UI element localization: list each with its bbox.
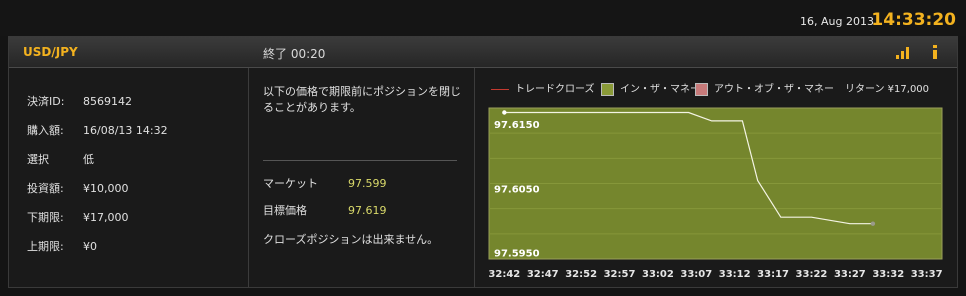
y-tick-label: 97.5950 [494,249,540,260]
early-close-note: 以下の価格で期限前にポジションを閉じることがあります。 [263,85,461,114]
target-label: 目標価格 [263,204,307,217]
end-point [870,221,876,226]
detail-value: ¥10,000 [83,182,129,195]
detail-row: 選択 低 [27,151,94,167]
target-value: 97.619 [348,204,387,217]
price-chart-area: トレードクローズ イン・ザ・マネー アウト・オブ・ザ・マネー リターン ¥17,… [475,68,957,287]
price-line-chart: 97.6150 97.6050 97.5950 32:42 32:47 32:52 32:5… [488,107,943,280]
trade-panel: USD/JPY 終了 00:20 決済ID: 8569142 購入額: 16/08/… [8,36,958,288]
detail-value: 16/08/13 14:32 [83,124,168,137]
x-tick-label: 33:12 [719,269,751,280]
detail-label: 下期限: [27,211,64,224]
market-value: 97.599 [348,177,387,190]
detail-row: 下期限: ¥17,000 [27,209,129,225]
currency-pair: USD/JPY [23,45,78,59]
x-tick-label: 32:57 [604,269,636,280]
top-bar: 16, Aug 2013 14:33:20 [0,0,966,36]
detail-row: 決済ID: 8569142 [27,93,132,109]
x-tick-label: 33:32 [872,269,904,280]
x-tick-label: 32:42 [488,269,520,280]
divider [263,160,457,161]
close-unavailable-note: クローズポジションは出来ません。 [263,233,439,246]
target-row: 目標価格 97.619 [263,202,387,218]
x-tick-label: 32:47 [527,269,559,280]
market-row: マーケット 97.599 [263,175,387,191]
detail-value: ¥17,000 [83,211,129,224]
info-icon[interactable] [925,43,945,61]
x-tick-label: 33:07 [680,269,712,280]
detail-label: 上期限: [27,240,64,253]
detail-row: 購入額: 16/08/13 14:32 [27,122,168,138]
trade-details: 決済ID: 8569142 購入額: 16/08/13 14:32 選択 低 投資額:… [9,68,249,287]
y-tick-label: 97.6150 [494,120,540,131]
detail-row: 上期限: ¥0 [27,238,97,254]
detail-label: 投資額: [27,182,64,195]
detail-value: ¥0 [83,240,97,253]
x-tick-label: 33:37 [911,269,943,280]
detail-label: 決済ID: [27,95,65,108]
y-tick-label: 97.6050 [494,184,540,195]
x-tick-label: 33:17 [757,269,789,280]
signal-bars-icon[interactable] [893,43,913,61]
x-tick-label: 33:27 [834,269,866,280]
panel-header: USD/JPY 終了 00:20 [9,37,957,68]
header-time: 14:33:20 [871,10,956,30]
detail-row: 投資額: ¥10,000 [27,180,129,196]
position-info: 以下の価格で期限前にポジションを閉じることがあります。 マーケット 97.599 … [249,68,475,287]
detail-value: 低 [83,153,94,166]
expiry-status: 終了 00:20 [263,47,326,61]
header-date: 16, Aug 2013 [800,15,874,28]
detail-label: 購入額: [27,124,64,137]
x-tick-label: 33:02 [642,269,674,280]
market-label: マーケット [263,177,318,190]
x-tick-label: 33:22 [796,269,828,280]
x-tick-label: 32:52 [565,269,597,280]
detail-value: 8569142 [83,95,132,108]
start-point [502,110,507,115]
detail-label: 選択 [27,153,49,166]
